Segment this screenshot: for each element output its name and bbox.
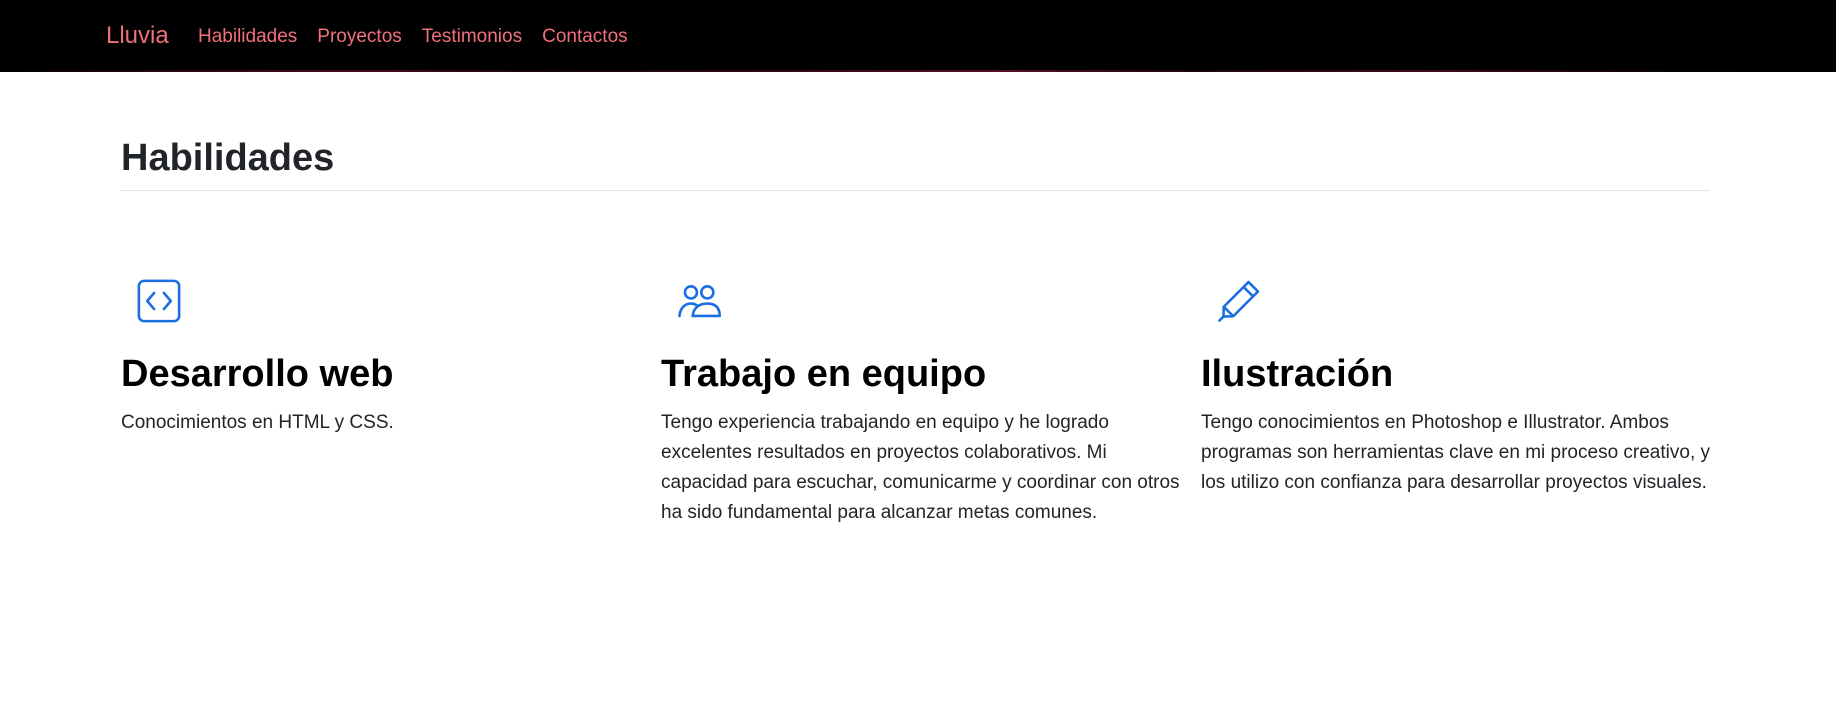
nav-link-proyectos[interactable]: Proyectos bbox=[317, 24, 401, 50]
feature-trabajo-en-equipo: Trabajo en equipo Tengo experiencia trab… bbox=[661, 278, 1181, 528]
section-divider bbox=[121, 190, 1710, 191]
brand-link[interactable]: Lluvia bbox=[106, 21, 169, 51]
code-square-icon bbox=[137, 279, 181, 323]
feature-title: Desarrollo web bbox=[121, 353, 394, 395]
nav-link-contactos[interactable]: Contactos bbox=[542, 24, 628, 50]
section-title: Habilidades bbox=[121, 137, 335, 179]
feature-text: Tengo conocimientos en Photoshop e Illus… bbox=[1201, 412, 1711, 493]
feature-text: Tengo experiencia trabajando en equipo y… bbox=[661, 412, 1180, 523]
nav-link-habilidades[interactable]: Habilidades bbox=[198, 24, 297, 50]
feature-desarrollo-web: Desarrollo web Conocimientos en HTML y C… bbox=[121, 278, 641, 438]
top-navbar: Lluvia Habilidades Proyectos Testimonios… bbox=[0, 0, 1836, 72]
people-icon bbox=[678, 285, 721, 318]
feature-title: Trabajo en equipo bbox=[661, 353, 987, 395]
nav-links: Habilidades Proyectos Testimonios Contac… bbox=[198, 24, 628, 50]
feature-text: Conocimientos en HTML y CSS. bbox=[121, 412, 394, 433]
nav-link-testimonios[interactable]: Testimonios bbox=[422, 24, 522, 50]
feature-title: Ilustración bbox=[1201, 353, 1394, 395]
pencil-icon bbox=[1218, 280, 1260, 322]
navbar-bottom-strip bbox=[0, 70, 1836, 72]
feature-ilustracion: Ilustración Tengo conocimientos en Photo… bbox=[1201, 278, 1721, 498]
